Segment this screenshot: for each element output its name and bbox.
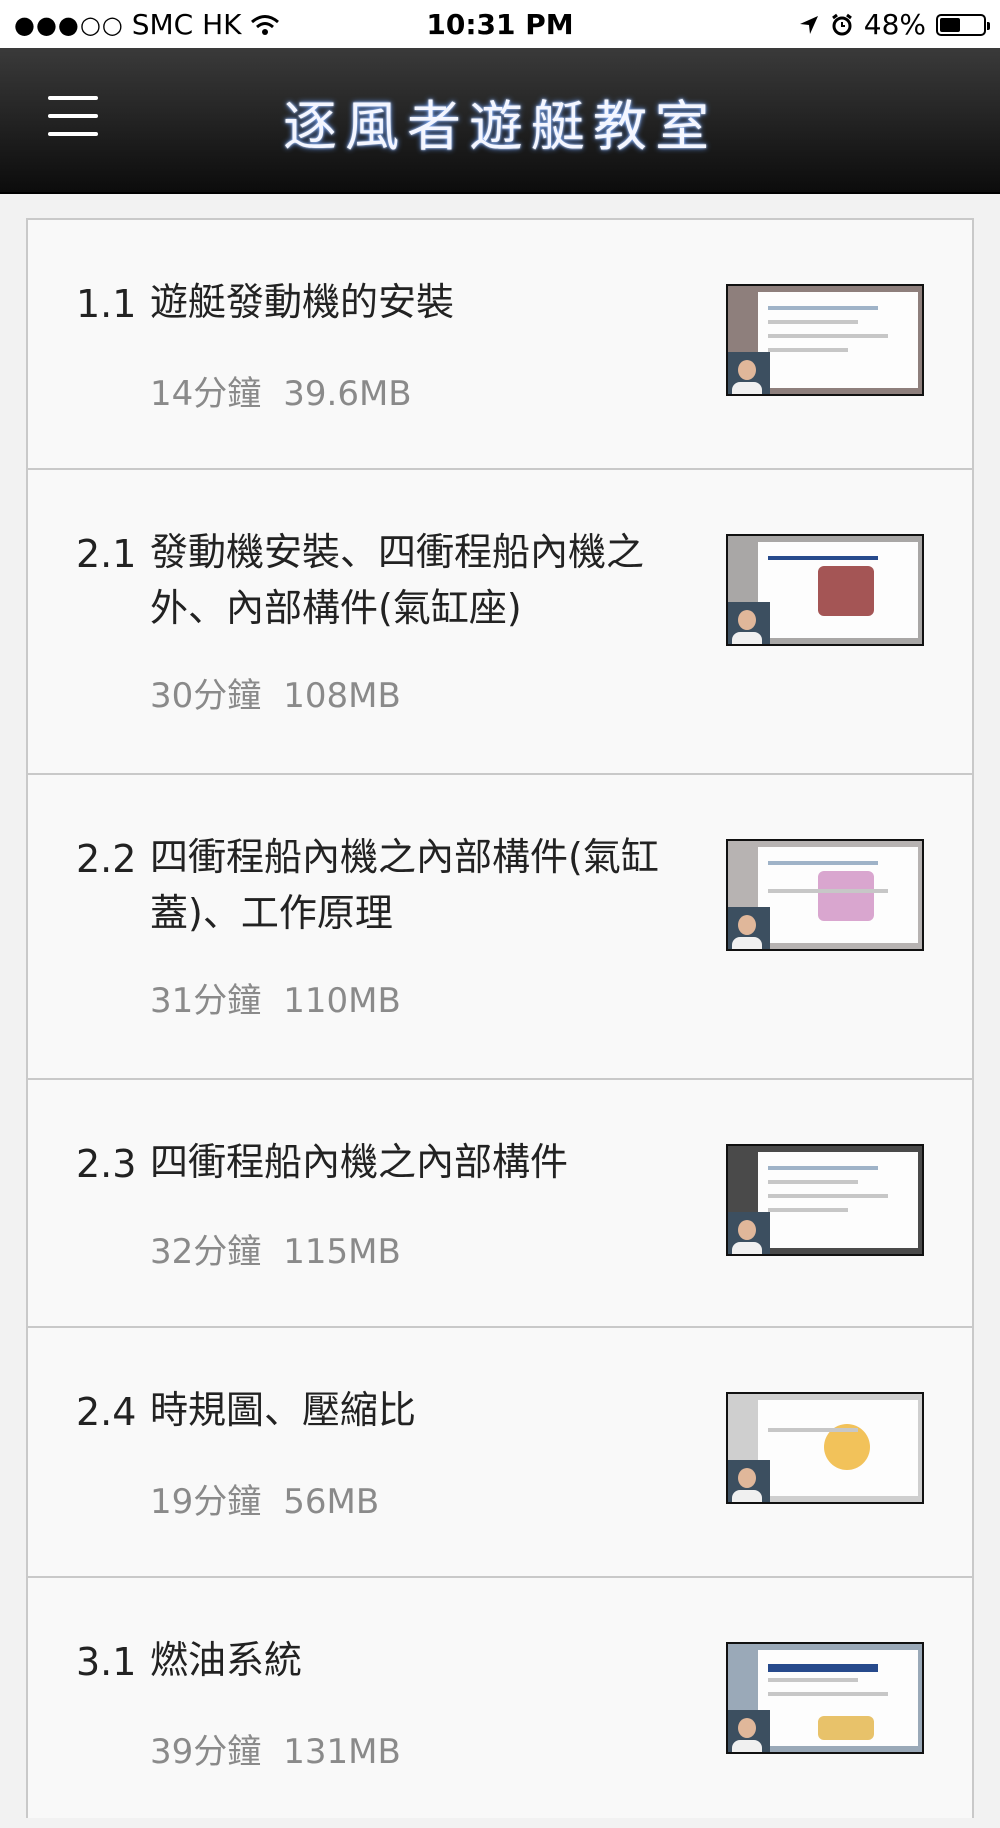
lesson-meta: 32分鐘 115MB: [150, 1224, 401, 1273]
lesson-meta: 30分鐘 108MB: [150, 668, 401, 717]
list-item[interactable]: 1.1 遊艇發動機的安裝 14分鐘 39.6MB: [28, 220, 972, 470]
status-bar: ●●●○○ SMC HK 10:31 PM 48%: [0, 0, 1000, 48]
lesson-duration: 31分鐘: [150, 981, 262, 1021]
status-right: 48%: [798, 8, 990, 41]
lesson-title: 遊艇發動機的安裝: [150, 280, 455, 324]
list-item[interactable]: 2.1 發動機安裝、四衝程船內機之外、內部構件(氣缸座) 30分鐘 108MB: [28, 470, 972, 775]
lesson-duration: 30分鐘: [150, 676, 262, 716]
lesson-size: 39.6MB: [283, 374, 412, 414]
lesson-number: 2.4: [76, 1390, 137, 1434]
battery-icon: [936, 13, 990, 36]
lesson-number: 2.2: [76, 837, 137, 881]
list-item[interactable]: 2.2 四衝程船內機之內部構件(氣缸蓋)、工作原理 31分鐘 110MB: [28, 775, 972, 1080]
lesson-thumbnail: [726, 1392, 924, 1504]
alarm-clock-icon: [831, 13, 852, 35]
lesson-duration: 19分鐘: [150, 1482, 262, 1522]
lesson-duration: 14分鐘: [150, 374, 262, 414]
lesson-thumbnail: [726, 284, 924, 396]
list-item[interactable]: 3.1 燃油系統 39分鐘 131MB: [28, 1578, 972, 1828]
lesson-size: 108MB: [283, 676, 401, 716]
location-arrow-icon: [799, 15, 818, 34]
lesson-duration: 32分鐘: [150, 1232, 262, 1272]
lesson-number: 1.1: [76, 282, 137, 326]
lesson-size: 115MB: [283, 1232, 401, 1272]
lesson-size: 110MB: [283, 981, 401, 1021]
lesson-duration: 39分鐘: [150, 1732, 262, 1772]
lesson-meta: 19分鐘 56MB: [150, 1474, 379, 1523]
lesson-number: 3.1: [76, 1640, 137, 1684]
lesson-thumbnail: [726, 839, 924, 951]
lesson-number: 2.3: [76, 1142, 137, 1186]
lesson-thumbnail: [726, 1144, 924, 1256]
lesson-title: 燃油系統: [150, 1638, 303, 1682]
app-header: 逐風者遊艇教室: [0, 48, 1000, 194]
lesson-list: 1.1 遊艇發動機的安裝 14分鐘 39.6MB 2.1 發動機安裝、四衝程船內機…: [26, 218, 974, 1818]
lesson-meta: 31分鐘 110MB: [150, 973, 401, 1022]
lesson-meta: 39分鐘 131MB: [150, 1724, 401, 1773]
lesson-size: 56MB: [283, 1482, 380, 1522]
lesson-thumbnail: [726, 534, 924, 646]
lesson-title: 四衝程船內機之內部構件: [150, 1140, 569, 1184]
page-title: 逐風者遊艇教室: [283, 95, 717, 158]
lesson-size: 131MB: [283, 1732, 401, 1772]
lesson-number: 2.1: [76, 532, 137, 576]
lesson-thumbnail: [726, 1642, 924, 1754]
list-item[interactable]: 2.4 時規圖、壓縮比 19分鐘 56MB: [28, 1328, 972, 1578]
lesson-title: 發動機安裝、四衝程船內機之外、內部構件(氣缸座): [150, 530, 645, 630]
lesson-meta: 14分鐘 39.6MB: [150, 366, 412, 415]
list-item[interactable]: 2.3 四衝程船內機之內部構件 32分鐘 115MB: [28, 1080, 972, 1328]
battery-percent: 48%: [863, 8, 926, 41]
lesson-title: 時規圖、壓縮比: [150, 1388, 417, 1432]
lesson-title: 四衝程船內機之內部構件(氣缸蓋)、工作原理: [150, 835, 659, 935]
